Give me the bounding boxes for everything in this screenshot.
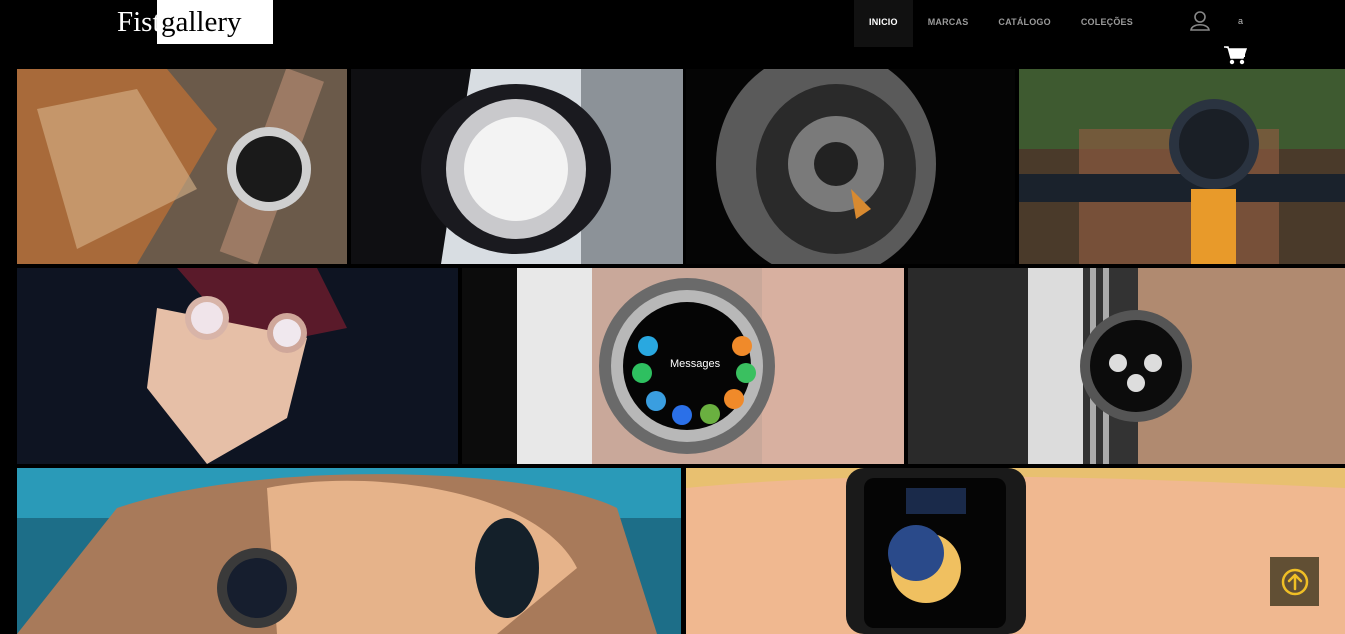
watch-screen-text: Messages — [670, 358, 721, 370]
gallery-photo-7[interactable] — [908, 268, 1345, 464]
shopping-cart-icon[interactable] — [1223, 44, 1248, 66]
arrow-up-circle-icon — [1281, 568, 1308, 595]
gallery-photo-3[interactable] — [686, 69, 1015, 264]
gallery-photo-8[interactable] — [17, 468, 681, 634]
gallery-photo-5[interactable] — [17, 268, 458, 464]
gallery-photo-2[interactable] — [351, 69, 683, 264]
nav-item-inicio[interactable]: INICIO — [854, 0, 913, 47]
main-nav: INICIO MARCAS CATÁLOGO COLEÇÕES — [854, 0, 1148, 47]
scroll-to-top-button[interactable] — [1270, 557, 1319, 606]
gallery-photo-9[interactable] — [686, 468, 1345, 634]
nav-item-colecoes[interactable]: COLEÇÕES — [1066, 0, 1148, 47]
user-name-label[interactable]: a — [1238, 16, 1243, 26]
nav-item-catalogo[interactable]: CATÁLOGO — [983, 0, 1065, 47]
user-icon[interactable] — [1189, 10, 1211, 32]
gallery-photo-4[interactable] — [1019, 69, 1345, 264]
top-navbar: Fist gallery INICIO MARCAS CATÁLOGO COLE… — [0, 0, 1345, 69]
logo-right-text: gallery — [157, 0, 273, 44]
logo-left-text: Fist — [105, 0, 161, 44]
gallery-photo-6[interactable]: Messages — [462, 268, 904, 464]
nav-item-marcas[interactable]: MARCAS — [913, 0, 984, 47]
brand-logo[interactable]: Fist gallery — [105, 0, 273, 44]
gallery-photo-1[interactable] — [17, 69, 347, 264]
